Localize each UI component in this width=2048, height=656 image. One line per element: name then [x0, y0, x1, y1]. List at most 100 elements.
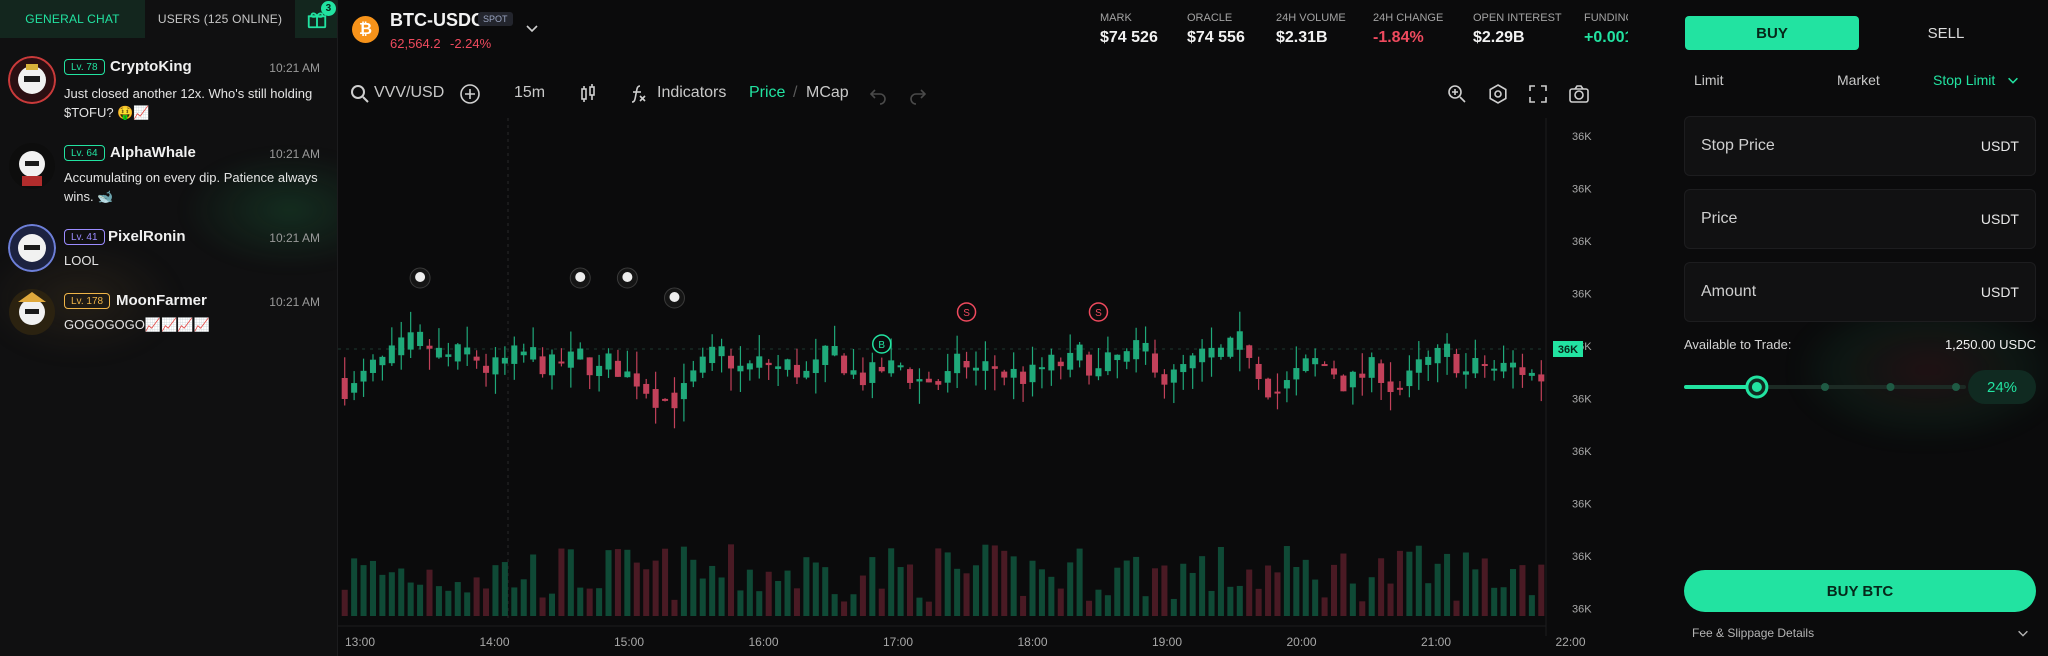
candle-body[interactable]: [1293, 368, 1300, 380]
candle-body[interactable]: [417, 331, 424, 347]
candle-body[interactable]: [1340, 375, 1347, 392]
candle-body[interactable]: [473, 356, 480, 361]
candle-body[interactable]: [869, 362, 876, 383]
candle-body[interactable]: [379, 356, 386, 366]
candle-body[interactable]: [407, 332, 414, 350]
amount-field[interactable]: Amount USDT: [1684, 262, 2036, 322]
candle-body[interactable]: [954, 353, 961, 374]
candle-body[interactable]: [633, 373, 640, 387]
candle-body[interactable]: [1076, 344, 1083, 361]
candle-body[interactable]: [1170, 369, 1177, 383]
candle-body[interactable]: [680, 383, 687, 400]
candle-body[interactable]: [1217, 347, 1224, 357]
candle-body[interactable]: [454, 344, 461, 362]
candle-body[interactable]: [803, 370, 810, 378]
candle-body[interactable]: [709, 346, 716, 364]
candle-body[interactable]: [812, 359, 819, 374]
settings-icon[interactable]: [1486, 82, 1510, 106]
candle-body[interactable]: [1274, 391, 1281, 394]
gift-button[interactable]: 3: [295, 0, 337, 38]
candle-body[interactable]: [548, 354, 556, 376]
candle-body[interactable]: [775, 366, 782, 369]
order-type-market[interactable]: Market: [1837, 72, 1880, 88]
candle-body[interactable]: [341, 378, 348, 399]
candle-body[interactable]: [530, 347, 537, 360]
candle-body[interactable]: [1180, 364, 1187, 373]
candle-body[interactable]: [614, 360, 621, 377]
candle-body[interactable]: [652, 389, 659, 408]
candle-body[interactable]: [756, 356, 763, 368]
candle-body[interactable]: [360, 370, 367, 382]
order-type-stop-limit[interactable]: Stop Limit: [1933, 72, 1995, 88]
search-icon[interactable]: [348, 82, 372, 106]
candle-body[interactable]: [558, 361, 565, 364]
candle-body[interactable]: [1330, 368, 1338, 375]
avatar[interactable]: [8, 142, 56, 190]
candle-body[interactable]: [1302, 358, 1309, 372]
candle-body[interactable]: [859, 372, 866, 386]
candle-body[interactable]: [1246, 345, 1253, 358]
price-chart[interactable]: BSS36K36K36K36K36K36K36K36K36K36K36K13:0…: [338, 118, 1628, 656]
candle-body[interactable]: [1029, 364, 1036, 383]
candle-body[interactable]: [1227, 337, 1234, 357]
avatar[interactable]: [8, 56, 56, 104]
candle-body[interactable]: [511, 345, 518, 364]
candle-body[interactable]: [888, 360, 895, 374]
candle-body[interactable]: [727, 355, 735, 369]
mcap-toggle[interactable]: MCap: [806, 84, 849, 102]
candle-body[interactable]: [1208, 347, 1215, 358]
indicators-button[interactable]: Indicators: [657, 84, 726, 102]
candle-body[interactable]: [1519, 367, 1526, 375]
candle-body[interactable]: [831, 346, 838, 356]
fee-slippage-details[interactable]: Fee & Slippage Details: [1692, 626, 1814, 640]
candle-body[interactable]: [1510, 362, 1517, 368]
candle-body[interactable]: [737, 365, 744, 372]
percent-input[interactable]: 24%: [1968, 370, 2036, 404]
candle-body[interactable]: [1387, 381, 1394, 393]
candle-body[interactable]: [1378, 363, 1385, 383]
candle-body[interactable]: [897, 365, 904, 368]
redo-icon[interactable]: [906, 82, 930, 106]
sell-side-button[interactable]: SELL: [1859, 16, 2033, 50]
candle-body[interactable]: [1095, 368, 1102, 377]
candle-body[interactable]: [916, 379, 923, 382]
candle-body[interactable]: [464, 347, 471, 355]
candle-body[interactable]: [1086, 354, 1093, 376]
candle-body[interactable]: [878, 366, 885, 372]
avatar[interactable]: [8, 224, 56, 272]
candle-body[interactable]: [1010, 368, 1017, 378]
candle-body[interactable]: [1359, 373, 1366, 378]
candle-body[interactable]: [944, 371, 951, 383]
camera-icon[interactable]: [1567, 82, 1591, 106]
candle-body[interactable]: [1406, 370, 1413, 387]
candle-body[interactable]: [746, 363, 753, 370]
candle-body[interactable]: [972, 367, 979, 371]
candle-body[interactable]: [435, 347, 442, 358]
candle-body[interactable]: [567, 351, 574, 368]
amount-slider[interactable]: [1684, 372, 1966, 402]
slider-step[interactable]: [1821, 383, 1829, 391]
candle-body[interactable]: [793, 364, 800, 378]
candle-body[interactable]: [907, 369, 914, 383]
candle-body[interactable]: [1104, 352, 1111, 372]
candle-body[interactable]: [369, 359, 376, 373]
username[interactable]: MoonFarmer: [116, 292, 207, 309]
buy-btc-button[interactable]: BUY BTC: [1684, 570, 2036, 612]
avatar[interactable]: [8, 288, 56, 336]
candle-body[interactable]: [1415, 359, 1422, 373]
candle-body[interactable]: [539, 356, 546, 375]
candle-body[interactable]: [445, 354, 452, 357]
candle-body[interactable]: [577, 348, 584, 360]
candle-body[interactable]: [935, 381, 942, 385]
candle-body[interactable]: [784, 359, 791, 370]
candle-body[interactable]: [662, 398, 669, 401]
candle-body[interactable]: [1283, 380, 1290, 389]
candle-body[interactable]: [1349, 371, 1356, 388]
candle-body[interactable]: [1255, 363, 1262, 380]
candle-body[interactable]: [1123, 351, 1130, 362]
candle-body[interactable]: [1491, 368, 1498, 371]
candle-body[interactable]: [1114, 354, 1121, 361]
username[interactable]: CryptoKing: [110, 58, 192, 75]
candle-body[interactable]: [1312, 358, 1319, 365]
candle-body[interactable]: [605, 353, 612, 370]
